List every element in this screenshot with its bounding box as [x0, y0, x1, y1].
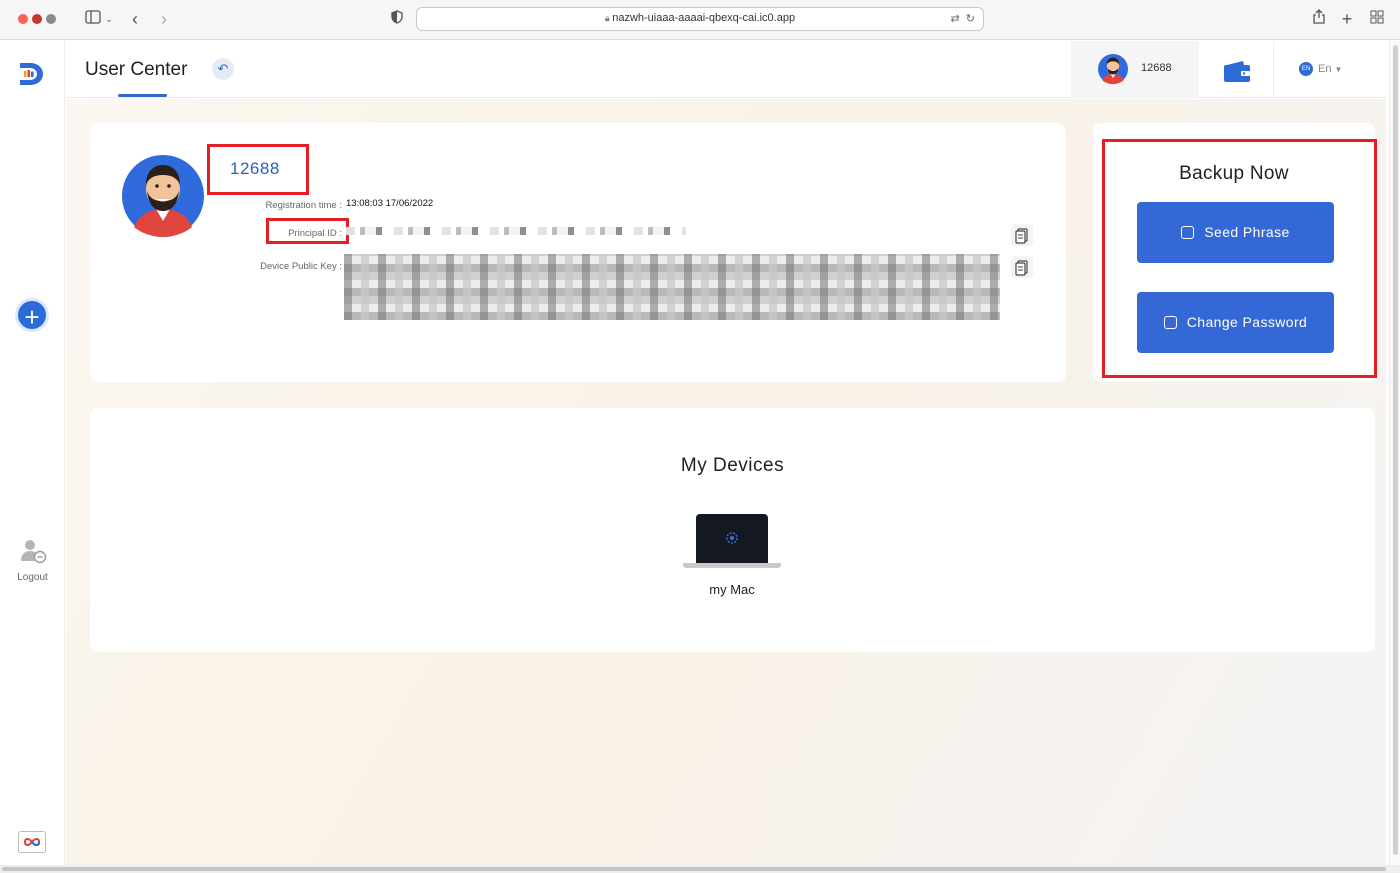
device-public-key-label: Device Public Key :: [260, 261, 342, 272]
device-name: my Mac: [709, 582, 755, 597]
avatar: [1098, 54, 1128, 84]
app-logo[interactable]: [16, 59, 46, 89]
tab-overview-icon[interactable]: [1368, 8, 1386, 30]
forward-icon[interactable]: ›: [156, 8, 172, 30]
copy-icon[interactable]: [1011, 256, 1033, 278]
wallet-icon[interactable]: [1223, 61, 1251, 83]
devices-card: My Devices my Mac: [90, 408, 1375, 652]
language-badge: EN: [1299, 62, 1313, 76]
back-button[interactable]: ↶: [212, 58, 234, 80]
vertical-scrollbar[interactable]: [1389, 41, 1400, 865]
reload-icon[interactable]: ↻: [966, 13, 975, 25]
seed-phrase-button[interactable]: Seed Phrase: [1137, 202, 1334, 263]
change-password-label: Change Password: [1186, 314, 1308, 330]
key-icon: [1163, 316, 1177, 329]
zoom-window-button[interactable]: [46, 14, 56, 24]
laptop-base: [683, 563, 781, 568]
chevron-down-icon[interactable]: ⌄: [104, 8, 114, 30]
device-public-key-value-redacted: [344, 254, 1000, 320]
back-icon[interactable]: ‹: [127, 8, 143, 30]
copy-icon[interactable]: [1011, 224, 1033, 246]
registration-label: Registration time :: [265, 200, 342, 211]
url-text: nazwh-uiaaa-aaaai-qbexq-cai.ic0.app: [612, 12, 796, 24]
laptop-icon: [696, 514, 768, 563]
translate-icon[interactable]: ⇄: [950, 13, 959, 25]
header-user-id: 12688: [1141, 62, 1172, 74]
browser-toolbar: ⌄ ‹ › 🔒︎ nazwh-uiaaa-aaaai-qbexq-cai.ic0…: [0, 0, 1400, 40]
logout-button[interactable]: Logout: [10, 537, 55, 583]
seed-phrase-label: Seed Phrase: [1204, 224, 1290, 240]
change-password-button[interactable]: Change Password: [1137, 292, 1334, 353]
profile-card: 12688 Registration time : 13:08:03 17/06…: [90, 123, 1066, 382]
add-button[interactable]: +: [15, 298, 49, 332]
user-name: 12688: [230, 159, 280, 178]
principal-id-value-redacted: [346, 227, 686, 235]
app-sidebar: + Logout: [0, 41, 65, 865]
new-tab-icon[interactable]: +: [1338, 8, 1356, 30]
scrollbar-thumb[interactable]: [2, 867, 1386, 871]
language-label: En: [1318, 62, 1332, 75]
registration-value: 13:08:03 17/06/2022: [346, 198, 434, 209]
header-user-box[interactable]: 12688: [1071, 41, 1199, 97]
backup-title: Backup Now: [1179, 163, 1289, 184]
logout-label: Logout: [17, 572, 48, 583]
logout-icon: [20, 540, 46, 564]
principal-id-label: Principal ID :: [288, 228, 342, 239]
header-divider: [1273, 41, 1274, 97]
seed-phrase-icon: [1181, 226, 1195, 239]
avatar: [122, 155, 204, 237]
address-bar[interactable]: 🔒︎ nazwh-uiaaa-aaaai-qbexq-cai.ic0.app ⇄…: [416, 7, 984, 31]
minimize-window-button[interactable]: [32, 14, 42, 24]
page-title: User Center: [85, 59, 188, 80]
shield-icon[interactable]: [389, 8, 405, 30]
title-underline: [118, 94, 167, 97]
horizontal-scrollbar[interactable]: [0, 865, 1400, 873]
page-header: User Center ↶ 12688 EN En ▼: [66, 41, 1386, 98]
backup-card: Backup Now Seed Phrase Change Password: [1093, 123, 1377, 382]
devices-title: My Devices: [680, 455, 785, 476]
share-icon[interactable]: [1310, 8, 1328, 30]
chevron-down-icon: ▼: [1334, 64, 1343, 74]
close-window-button[interactable]: [18, 14, 28, 24]
undo-icon: ↶: [217, 61, 229, 76]
language-selector[interactable]: EN En ▼: [1299, 62, 1342, 76]
main-content: 12688 Registration time : 13:08:03 17/06…: [66, 99, 1386, 865]
device-item[interactable]: my Mac: [682, 514, 782, 597]
scrollbar-thumb[interactable]: [1393, 45, 1398, 855]
infinity-icon[interactable]: [18, 831, 46, 853]
